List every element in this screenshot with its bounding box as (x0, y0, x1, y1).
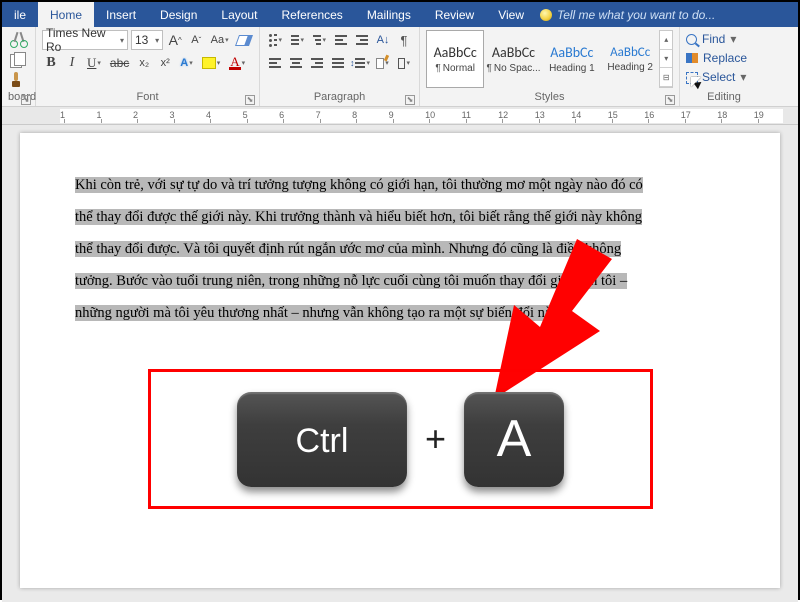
group-clipboard-label: board⬊ (8, 91, 29, 105)
multilevel-list-button[interactable]: ▾ (310, 30, 329, 50)
border-icon (398, 58, 406, 69)
tab-home[interactable]: Home (38, 2, 94, 27)
styles-scroll-down[interactable]: ▾ (660, 50, 672, 69)
select-icon (686, 72, 697, 83)
style-heading2[interactable]: AaBbCc Heading 2 (601, 30, 659, 88)
sort-button[interactable]: A↓ (374, 30, 392, 50)
borders-button[interactable]: ▾ (395, 53, 413, 73)
styles-scroll[interactable]: ▴ ▾ ⊟ (659, 30, 673, 88)
font-color-button[interactable]: A▾ (226, 53, 248, 73)
group-styles-label: Styles⬊ (426, 91, 673, 105)
styles-more[interactable]: ⊟ (660, 68, 672, 87)
text-line[interactable]: những người mà tôi yêu thương nhất – như… (75, 303, 725, 324)
shrink-font-button[interactable]: Aˇ (187, 30, 205, 50)
italic-button[interactable]: I (63, 53, 81, 73)
plus-sign: + (425, 418, 446, 460)
copy-icon[interactable] (10, 52, 28, 68)
key-a: A (464, 392, 564, 487)
tab-layout[interactable]: Layout (209, 2, 269, 27)
bulb-icon (540, 9, 552, 21)
line-spacing-button[interactable]: ↕▾ (350, 53, 370, 73)
style-no-spacing[interactable]: AaBbCc ¶No Spac... (484, 30, 542, 88)
numbering-button[interactable]: ▾ (288, 30, 307, 50)
font-name-dropdown[interactable]: Times New Ro▾ (42, 30, 128, 50)
document-area: Khi còn trẻ, với sự tự do và trí tưởng t… (2, 125, 798, 602)
show-hide-button[interactable]: ¶ (395, 30, 413, 50)
tab-view[interactable]: View (486, 2, 536, 27)
ribbon: board⬊ Times New Ro▾ 13▾ A^ Aˇ Aa▾ B I U… (2, 27, 798, 107)
text-line[interactable]: Khi còn trẻ, với sự tự do và trí tưởng t… (75, 175, 725, 196)
strikethrough-button[interactable]: abc (107, 53, 132, 73)
tell-me-search[interactable]: Tell me what you want to do... (540, 2, 715, 27)
group-styles: AaBbCc ¶Normal AaBbCc ¶No Spac... AaBbCc… (420, 27, 680, 106)
decrease-indent-button[interactable] (332, 30, 350, 50)
group-paragraph: ▾ ▾ ▾ A↓ ¶ ↕▾ ▾ ▾ (260, 27, 420, 106)
text-line[interactable]: thể thay đổi được thế giới này. Khi trưở… (75, 207, 725, 228)
superscript-button[interactable]: x² (156, 53, 174, 73)
change-case-button[interactable]: Aa▾ (208, 30, 231, 50)
bullets-button[interactable]: ▾ (266, 30, 285, 50)
text-line[interactable]: tưởng. Bước vào tuổi trung niên, trong n… (75, 271, 725, 292)
tab-design[interactable]: Design (148, 2, 209, 27)
styles-dialog-launcher[interactable]: ⬊ (665, 95, 675, 105)
tab-mailings[interactable]: Mailings (355, 2, 423, 27)
increase-indent-button[interactable] (353, 30, 371, 50)
styles-scroll-up[interactable]: ▴ (660, 31, 672, 50)
grow-font-button[interactable]: A^ (166, 30, 184, 50)
replace-icon (686, 53, 698, 63)
align-left-button[interactable] (266, 53, 284, 73)
format-painter-icon[interactable] (10, 72, 28, 88)
shading-button[interactable]: ▾ (373, 53, 392, 73)
tab-insert[interactable]: Insert (94, 2, 148, 27)
highlight-icon (202, 57, 216, 69)
bold-button[interactable]: B (42, 53, 60, 73)
paragraph-dialog-launcher[interactable]: ⬊ (405, 95, 415, 105)
tab-file[interactable]: ile (2, 2, 38, 27)
cut-icon[interactable] (10, 32, 28, 48)
find-button[interactable]: Find▾ (686, 32, 762, 46)
eraser-icon (235, 35, 252, 46)
tab-review[interactable]: Review (423, 2, 486, 27)
style-heading1[interactable]: AaBbCc Heading 1 (543, 30, 601, 88)
group-clipboard: board⬊ (2, 27, 36, 106)
ruler[interactable]: 112345678910111213141516171819 (2, 107, 798, 125)
style-normal[interactable]: AaBbCc ¶Normal (426, 30, 484, 88)
text-line[interactable]: thể thay đổi được. Và tôi quyết định rút… (75, 239, 725, 260)
underline-button[interactable]: U▾ (84, 53, 104, 73)
clipboard-dialog-launcher[interactable]: ⬊ (21, 95, 31, 105)
page[interactable]: Khi còn trẻ, với sự tự do và trí tưởng t… (20, 133, 780, 588)
select-button[interactable]: Select▾ (686, 70, 762, 84)
tab-references[interactable]: References (269, 2, 354, 27)
search-icon (686, 34, 697, 45)
justify-button[interactable] (329, 53, 347, 73)
paint-bucket-icon (376, 58, 384, 69)
ribbon-tabs: ile Home Insert Design Layout References… (2, 2, 798, 27)
group-font-label: Font⬊ (42, 91, 253, 105)
group-editing-label: Editing (686, 91, 762, 105)
highlight-button[interactable]: ▾ (199, 53, 224, 73)
subscript-button[interactable]: x₂ (135, 53, 153, 73)
font-size-dropdown[interactable]: 13▾ (131, 30, 163, 50)
key-ctrl: Ctrl (237, 392, 407, 487)
group-paragraph-label: Paragraph⬊ (266, 91, 413, 105)
font-dialog-launcher[interactable]: ⬊ (245, 95, 255, 105)
tell-me-placeholder: Tell me what you want to do... (557, 8, 715, 22)
clear-formatting-button[interactable] (234, 30, 253, 50)
group-font: Times New Ro▾ 13▾ A^ Aˇ Aa▾ B I U▾ abc x… (36, 27, 260, 106)
replace-button[interactable]: Replace (686, 51, 762, 65)
shortcut-callout: Ctrl + A (148, 369, 653, 509)
group-editing: Find▾ Replace Select▾ Editing (680, 27, 768, 106)
align-right-button[interactable] (308, 53, 326, 73)
text-effects-button[interactable]: A▾ (177, 53, 195, 73)
align-center-button[interactable] (287, 53, 305, 73)
